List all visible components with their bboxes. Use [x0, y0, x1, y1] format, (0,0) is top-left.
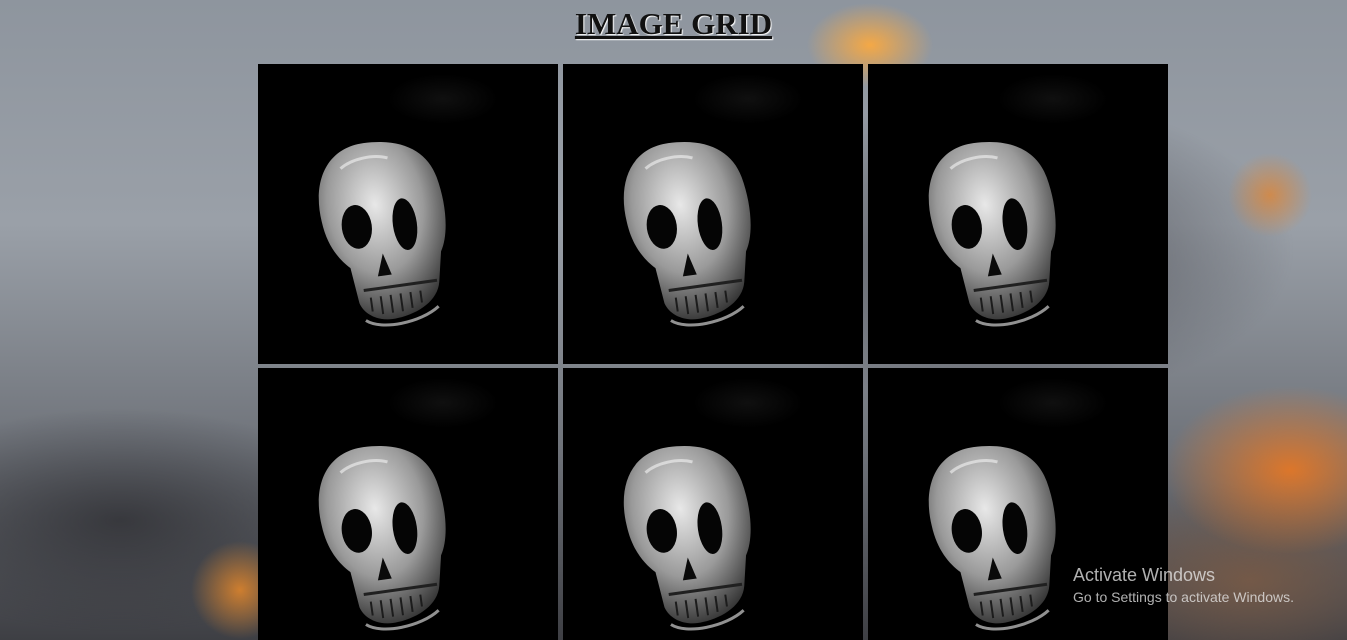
grid-image-1[interactable]	[258, 64, 558, 364]
skull-image	[318, 74, 498, 327]
grid-image-5[interactable]	[563, 368, 863, 640]
grid-image-3[interactable]	[868, 64, 1168, 364]
skull-image	[623, 378, 803, 631]
watermark-subtitle: Go to Settings to activate Windows.	[1073, 589, 1294, 605]
skull-image	[318, 378, 498, 631]
activate-windows-watermark: Activate Windows Go to Settings to activ…	[1073, 563, 1294, 607]
image-grid	[258, 64, 1168, 640]
skull-image	[928, 74, 1108, 327]
grid-image-4[interactable]	[258, 368, 558, 640]
watermark-title: Activate Windows	[1073, 565, 1216, 585]
skull-image	[623, 74, 803, 327]
page-title: IMAGE GRID	[574, 6, 773, 41]
grid-image-2[interactable]	[563, 64, 863, 364]
